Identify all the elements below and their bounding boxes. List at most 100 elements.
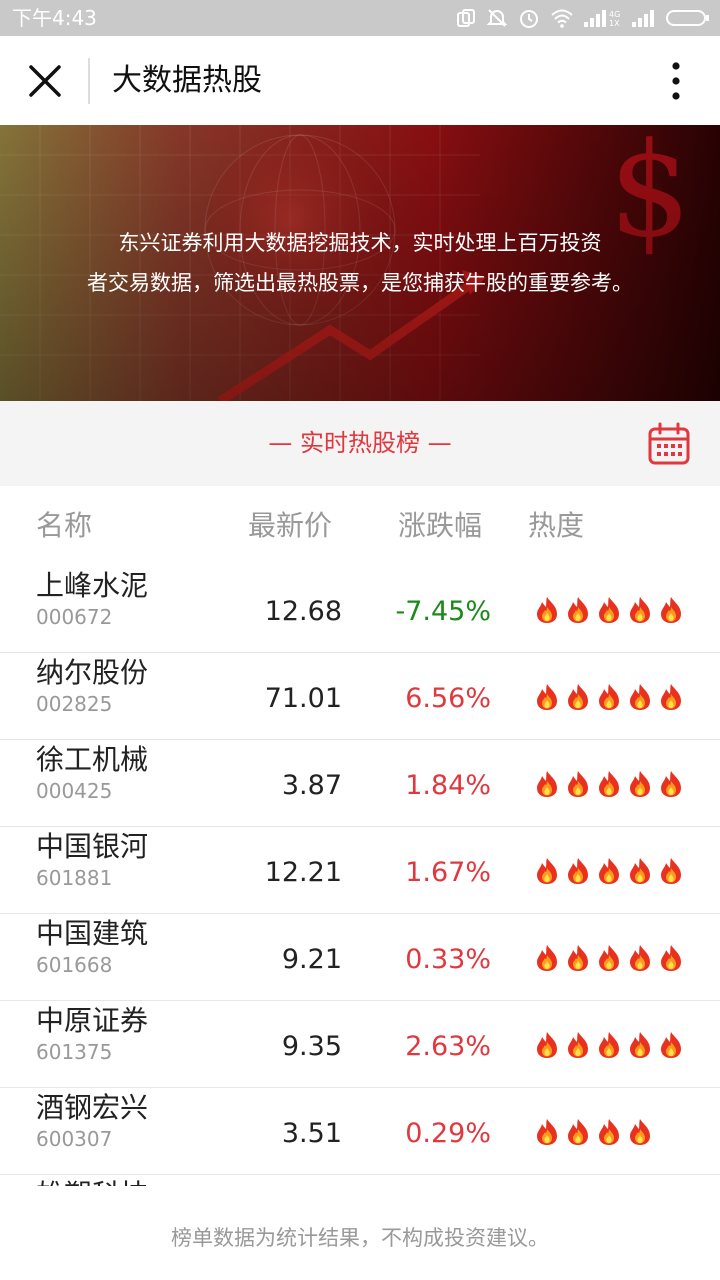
flame-icon bbox=[658, 770, 684, 798]
stock-name: 纳尔股份 bbox=[36, 656, 149, 689]
flame-icon bbox=[596, 683, 622, 711]
stock-price: 9.21 bbox=[281, 944, 342, 975]
stock-name: 中国银河 bbox=[36, 830, 149, 863]
stock-change: 0.29% bbox=[405, 1118, 491, 1149]
stock-row[interactable]: 中国建筑 601668 9.21 0.33% bbox=[0, 914, 720, 1001]
flame-icon bbox=[565, 1031, 591, 1059]
svg-text:1X: 1X bbox=[609, 19, 620, 28]
stock-row[interactable]: 雄塑科技 bbox=[0, 1175, 720, 1186]
flame-icon bbox=[627, 683, 653, 711]
banner-line: 东兴证券利用大数据挖掘技术，实时处理上百万投资 bbox=[118, 231, 602, 255]
stock-name: 酒钢宏兴 bbox=[36, 1091, 149, 1124]
stock-row[interactable]: 中国银河 601881 12.21 1.67% bbox=[0, 827, 720, 914]
flame-icon bbox=[596, 1031, 622, 1059]
stock-price: 12.21 bbox=[264, 857, 342, 888]
stock-row[interactable]: 中原证券 601375 9.35 2.63% bbox=[0, 1001, 720, 1088]
copy-icon bbox=[457, 9, 475, 27]
stock-code: 601375 bbox=[36, 1040, 113, 1064]
nav-divider bbox=[88, 58, 90, 104]
page-title: 大数据热股 bbox=[112, 63, 262, 98]
flame-icon bbox=[565, 1118, 591, 1146]
stock-price: 12.68 bbox=[264, 596, 342, 627]
heat-rating bbox=[534, 1031, 684, 1059]
alarm-icon bbox=[520, 10, 538, 28]
flame-icon bbox=[596, 770, 622, 798]
heat-rating bbox=[534, 683, 684, 711]
heat-rating bbox=[534, 944, 684, 972]
stock-row[interactable]: 徐工机械 000425 3.87 1.84% bbox=[0, 740, 720, 827]
flame-icon bbox=[658, 683, 684, 711]
more-vertical-icon bbox=[672, 62, 680, 100]
svg-text:4G: 4G bbox=[609, 10, 620, 19]
heat-rating bbox=[534, 857, 684, 885]
mute-icon bbox=[486, 9, 508, 27]
stock-price: 71.01 bbox=[264, 683, 342, 714]
4g-signal-icon: 4G1X bbox=[584, 10, 620, 28]
banner: $ 东兴证券利用大数据挖掘技术，实时处理上百万投资 者交易数据，筛选出最热股票，… bbox=[0, 125, 720, 401]
stock-row[interactable]: 纳尔股份 002825 71.01 6.56% bbox=[0, 653, 720, 740]
stock-row[interactable]: 酒钢宏兴 600307 3.51 0.29% bbox=[0, 1088, 720, 1175]
signal-icon bbox=[632, 10, 654, 27]
flame-icon bbox=[565, 770, 591, 798]
more-button[interactable] bbox=[656, 58, 696, 104]
stock-price: 3.51 bbox=[281, 1118, 342, 1149]
stock-change: 2.63% bbox=[405, 1031, 491, 1062]
stock-row[interactable]: 上峰水泥 000672 12.68 -7.45% bbox=[0, 566, 720, 653]
hot-list-header: — 实时热股榜 — bbox=[0, 401, 720, 486]
flame-icon bbox=[534, 944, 560, 972]
flame-icon bbox=[596, 944, 622, 972]
flame-icon bbox=[596, 596, 622, 624]
flame-icon bbox=[534, 1118, 560, 1146]
stock-code: 601668 bbox=[36, 953, 113, 977]
flame-icon bbox=[596, 1118, 622, 1146]
flame-icon bbox=[627, 1118, 653, 1146]
stock-price: 9.35 bbox=[281, 1031, 342, 1062]
battery-icon bbox=[666, 10, 709, 26]
stock-change: 6.56% bbox=[405, 683, 491, 714]
status-time: 下午4:43 bbox=[12, 6, 97, 30]
flame-icon bbox=[565, 857, 591, 885]
column-header-heat: 热度 bbox=[528, 509, 585, 542]
disclaimer: 榜单数据为统计结果，不构成投资建议。 bbox=[0, 1196, 720, 1280]
flame-icon bbox=[627, 857, 653, 885]
stock-code: 002825 bbox=[36, 692, 113, 716]
flame-icon bbox=[565, 944, 591, 972]
flame-icon bbox=[658, 944, 684, 972]
column-header-price: 最新价 bbox=[248, 509, 333, 542]
table-header: 名称 最新价 涨跌幅 热度 bbox=[0, 486, 720, 566]
close-button[interactable] bbox=[22, 58, 68, 104]
flame-icon bbox=[534, 596, 560, 624]
stock-name: 雄塑科技 bbox=[36, 1177, 148, 1186]
stock-name: 中国建筑 bbox=[36, 917, 149, 950]
flame-icon bbox=[627, 944, 653, 972]
flame-icon bbox=[565, 683, 591, 711]
nav-bar: 大数据热股 bbox=[0, 36, 720, 125]
banner-description: 东兴证券利用大数据挖掘技术，实时处理上百万投资 者交易数据，筛选出最热股票，是您… bbox=[0, 223, 720, 303]
stock-code: 000672 bbox=[36, 605, 113, 629]
stock-price: 3.87 bbox=[281, 770, 342, 801]
close-icon bbox=[29, 65, 61, 97]
heat-rating bbox=[534, 1118, 653, 1146]
flame-icon bbox=[658, 596, 684, 624]
flame-icon bbox=[534, 1031, 560, 1059]
calendar-icon bbox=[648, 422, 690, 465]
stock-code: 000425 bbox=[36, 779, 113, 803]
stock-name: 上峰水泥 bbox=[36, 569, 149, 602]
hot-list-title: — 实时热股榜 — bbox=[268, 429, 452, 457]
stock-change: -7.45% bbox=[395, 596, 491, 627]
flame-icon bbox=[596, 857, 622, 885]
heat-rating bbox=[534, 770, 684, 798]
stock-change: 1.67% bbox=[405, 857, 491, 888]
column-header-change: 涨跌幅 bbox=[398, 509, 483, 542]
column-header-name: 名称 bbox=[36, 509, 93, 542]
status-bar: 下午4:43 4G 1X bbox=[0, 0, 720, 36]
stock-change: 0.33% bbox=[405, 944, 491, 975]
wifi-icon bbox=[551, 9, 573, 28]
status-icons: 4G 1X bbox=[456, 6, 710, 30]
flame-icon bbox=[658, 857, 684, 885]
calendar-button[interactable] bbox=[646, 421, 692, 467]
flame-icon bbox=[534, 770, 560, 798]
heat-rating bbox=[534, 596, 684, 624]
stock-name: 徐工机械 bbox=[36, 743, 149, 776]
stock-code: 601881 bbox=[36, 866, 113, 890]
